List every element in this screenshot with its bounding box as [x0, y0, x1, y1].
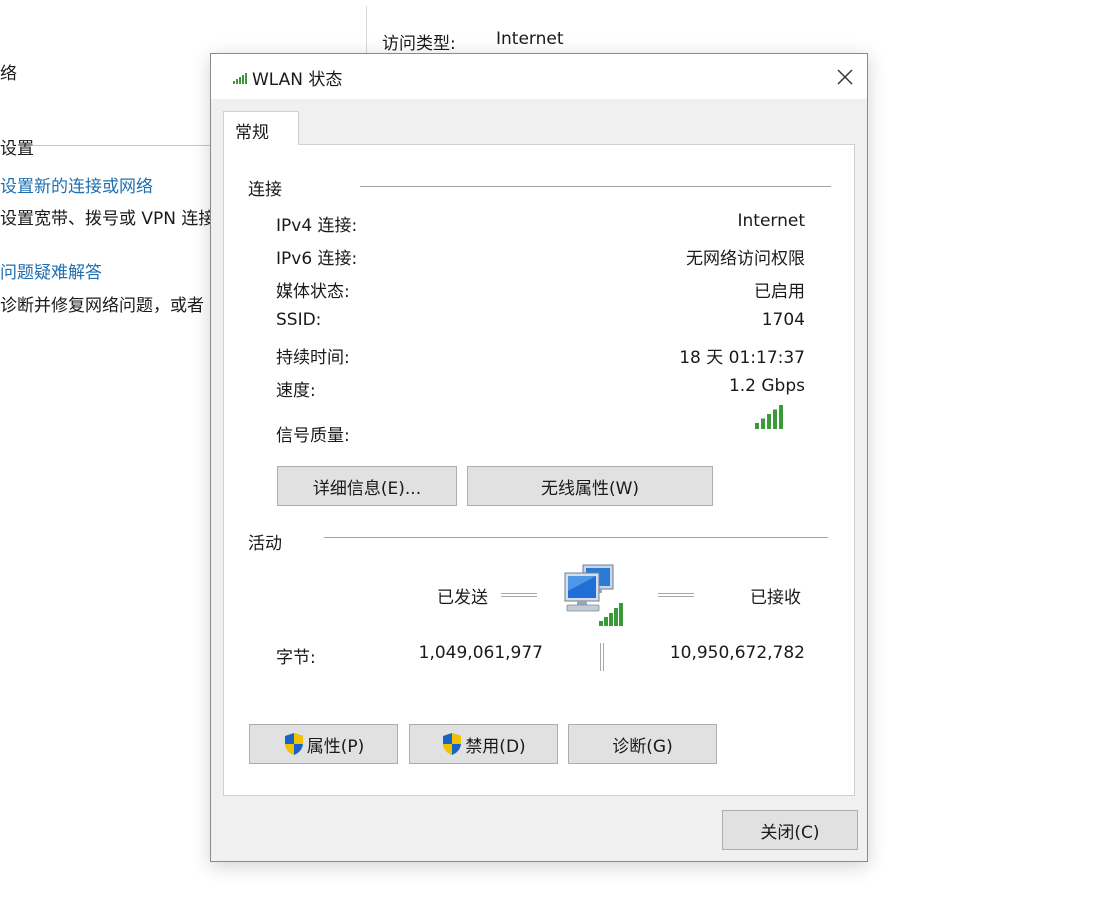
settings-heading-rule [32, 145, 212, 146]
troubleshoot-link[interactable]: 问题疑难解答 [0, 258, 102, 283]
duration-value: 18 天 01:17:37 [679, 348, 805, 368]
bytes-divider [600, 643, 604, 671]
connection-heading-line [360, 186, 831, 187]
speed-label: 速度: [276, 381, 316, 401]
access-type-value: Internet [496, 29, 564, 49]
diagnose-button[interactable]: 诊断(G) [568, 724, 717, 764]
troubleshoot-desc: 诊断并修复网络问题，或者 [0, 296, 204, 316]
settings-heading: 设置 [0, 139, 34, 159]
speed-value: 1.2 Gbps [728, 376, 805, 396]
wlan-status-dialog: WLAN 状态 常规 连接 IPv4 连接: Internet IPv6 连接:… [210, 53, 868, 862]
uac-shield-icon [284, 733, 303, 755]
activity-heading-line [324, 537, 828, 538]
signal-bar [779, 405, 783, 429]
wifi-signal-icon [233, 73, 247, 84]
received-label: 已接收 [750, 588, 801, 608]
signal-bar [773, 409, 777, 429]
setup-connection-link[interactable]: 设置新的连接或网络 [0, 172, 153, 197]
bytes-label: 字节: [276, 648, 316, 668]
signal-bar [767, 414, 771, 429]
properties-button[interactable]: 属性(P) [249, 724, 398, 764]
ipv6-value: 无网络访问权限 [686, 249, 805, 269]
connection-heading: 连接 [248, 180, 282, 200]
bytes-sent-value: 1,049,061,977 [418, 643, 543, 663]
received-link-line [658, 593, 694, 597]
ipv6-label: IPv6 连接: [276, 249, 358, 269]
network-name-fragment: 络 [0, 64, 17, 84]
dialog-title: WLAN 状态 [252, 70, 343, 90]
uac-shield-icon [443, 733, 462, 755]
title-bar[interactable]: WLAN 状态 [211, 54, 867, 99]
setup-connection-desc: 设置宽带、拨号或 VPN 连接 [0, 209, 216, 229]
bytes-received-value: 10,950,672,782 [669, 643, 805, 663]
general-tab-panel: 连接 IPv4 连接: Internet IPv6 连接: 无网络访问权限 媒体… [223, 144, 855, 796]
disable-button-label: 禁用(D) [465, 736, 526, 757]
activity-heading: 活动 [248, 534, 282, 554]
close-icon[interactable] [831, 64, 859, 90]
ssid-value: 1704 [761, 310, 805, 330]
tab-general[interactable]: 常规 [223, 111, 299, 145]
signal-quality-label: 信号质量: [276, 426, 350, 446]
signal-bar [761, 418, 765, 429]
media-state-value: 已启用 [754, 282, 805, 302]
ssid-label: SSID: [276, 310, 322, 330]
access-type-label: 访问类型: [382, 34, 456, 54]
close-button[interactable]: 关闭(C) [722, 810, 858, 850]
duration-label: 持续时间: [276, 348, 350, 368]
details-button[interactable]: 详细信息(E)... [277, 466, 457, 506]
signal-bar [755, 423, 759, 429]
media-state-label: 媒体状态: [276, 282, 350, 302]
network-computers-icon [564, 564, 623, 626]
sent-link-line [501, 593, 537, 597]
ipv4-value: Internet [737, 211, 805, 231]
ipv4-label: IPv4 连接: [276, 216, 358, 236]
sent-label: 已发送 [437, 588, 488, 608]
properties-button-label: 属性(P) [306, 736, 365, 757]
signal-strength-icon [755, 405, 783, 429]
disable-button[interactable]: 禁用(D) [409, 724, 558, 764]
wireless-properties-button[interactable]: 无线属性(W) [467, 466, 713, 506]
